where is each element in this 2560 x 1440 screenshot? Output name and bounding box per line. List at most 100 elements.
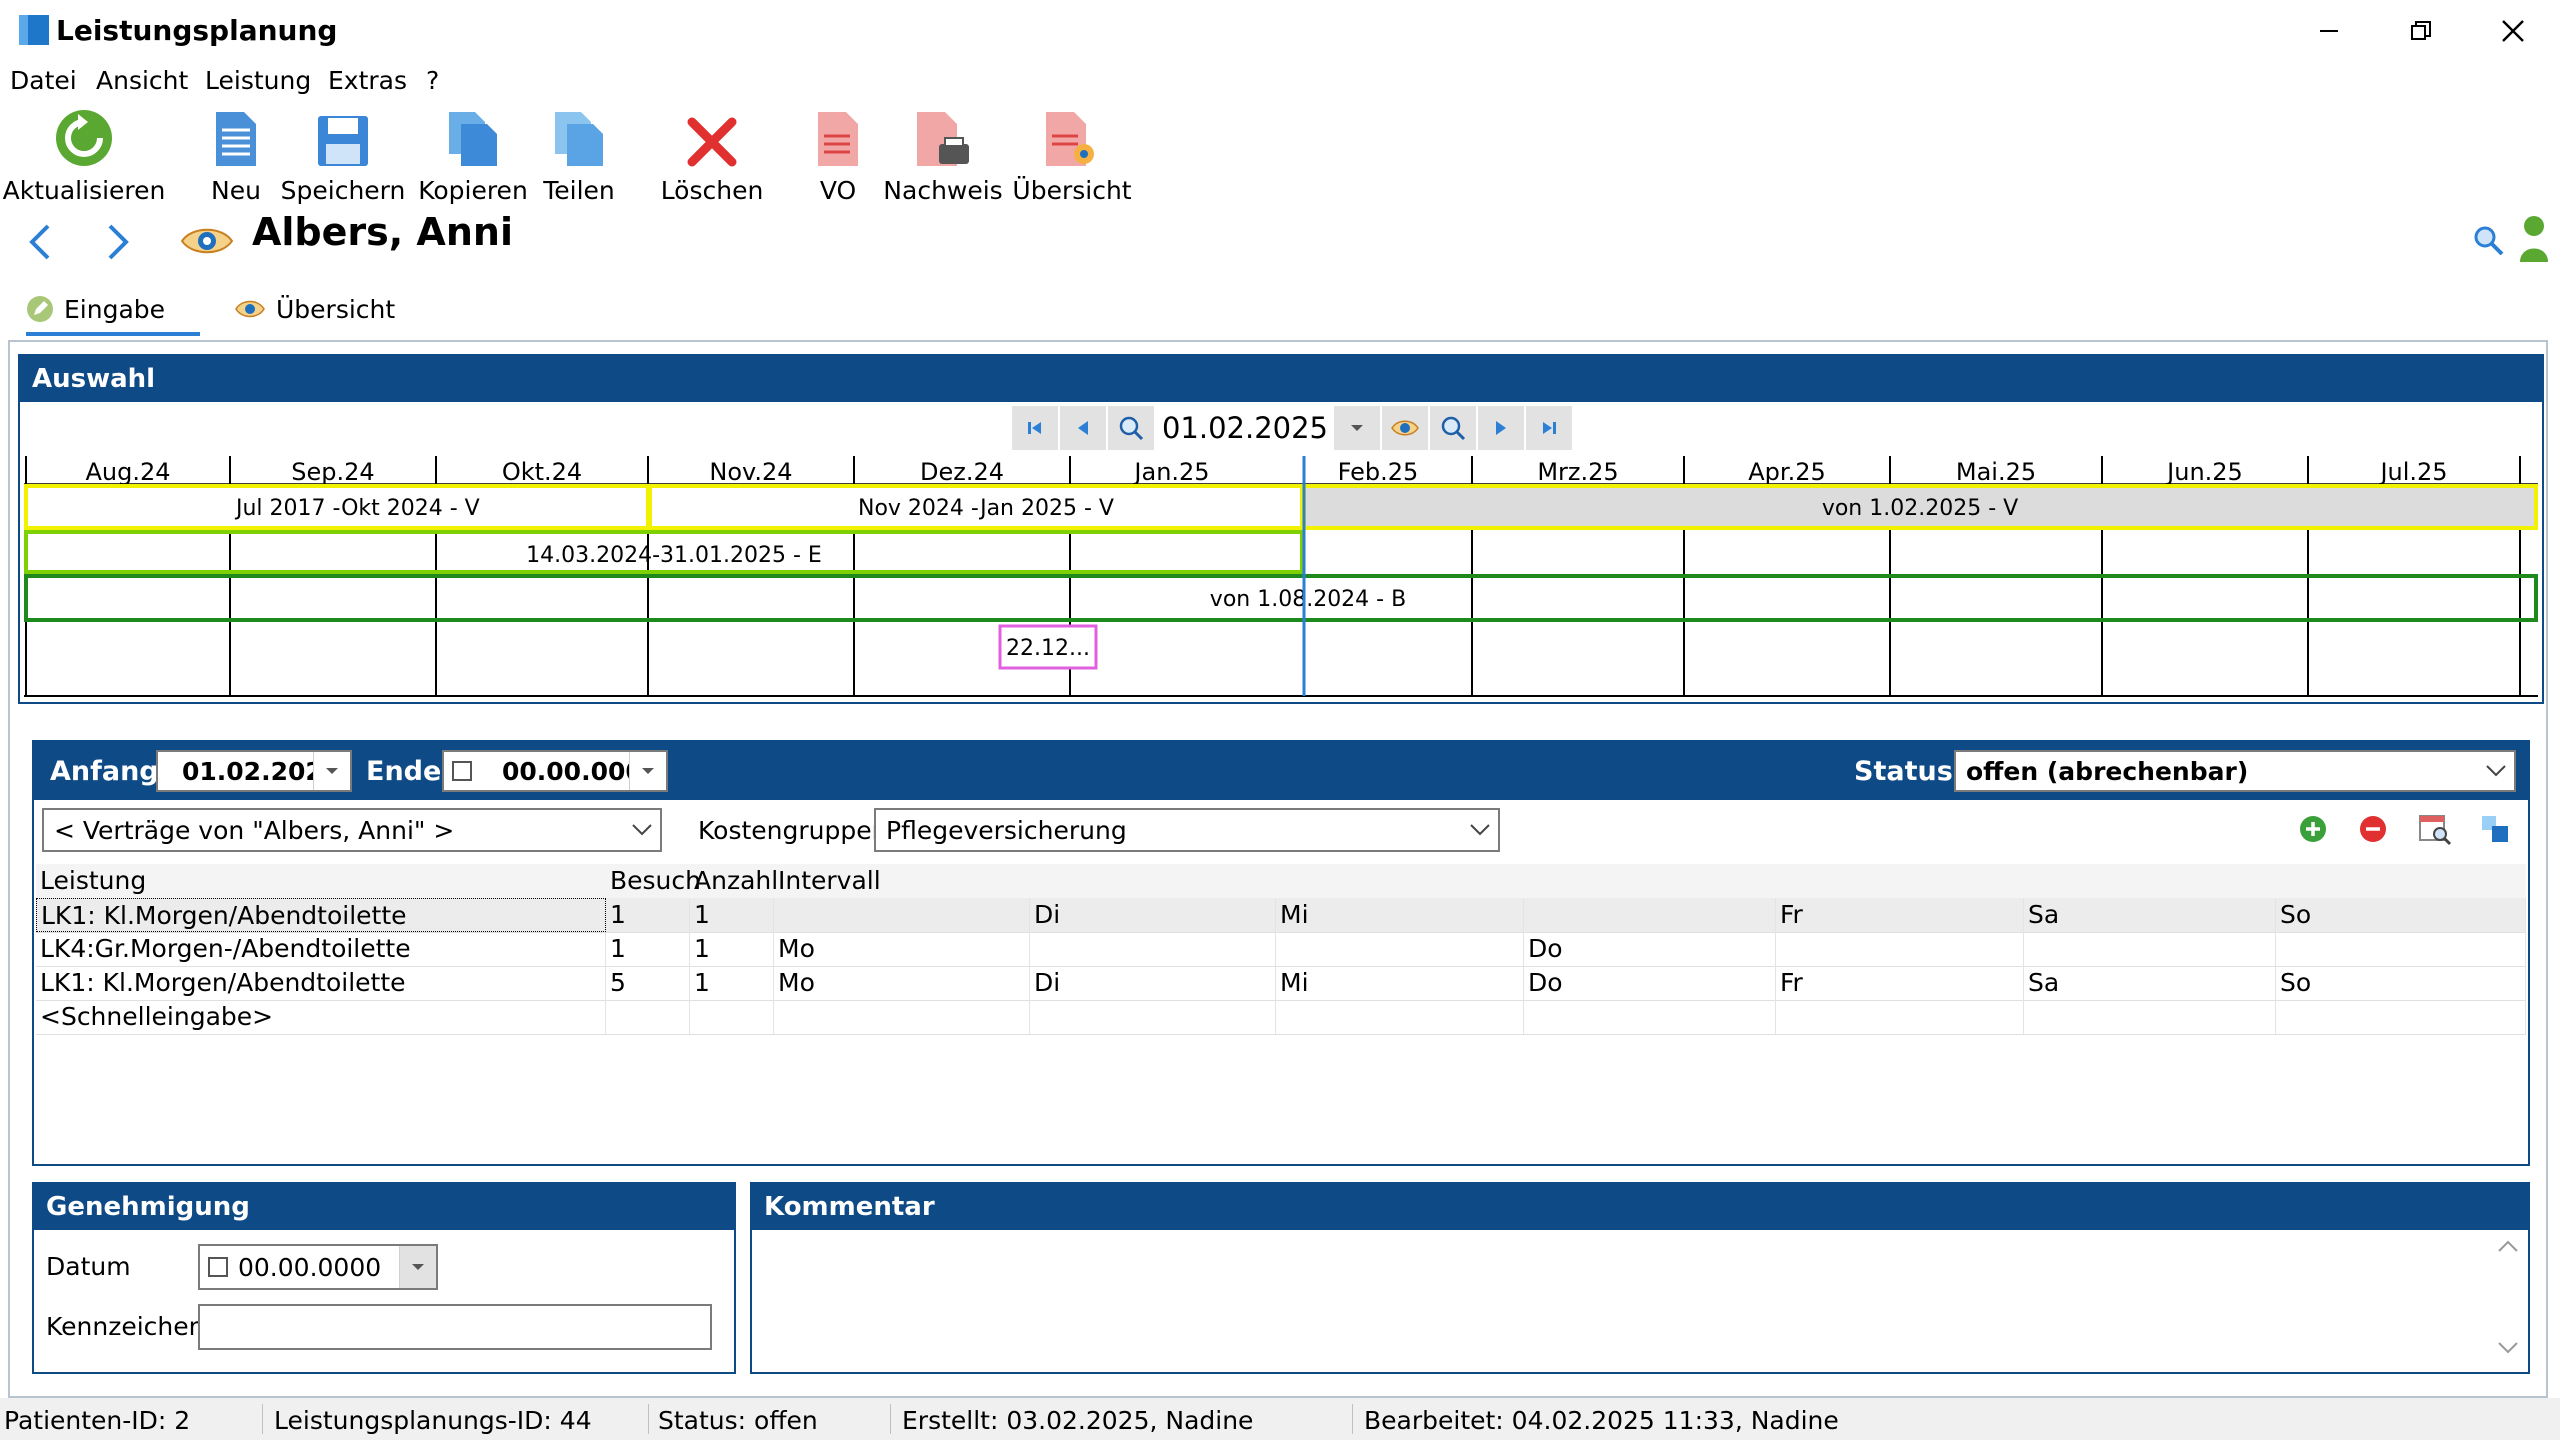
remove-icon[interactable] (2358, 814, 2388, 844)
move-icon[interactable] (2480, 814, 2510, 844)
end-date-checkbox[interactable] (452, 761, 472, 781)
last-button[interactable] (1526, 406, 1574, 450)
date-dropdown-button[interactable] (1334, 406, 1382, 450)
calendar-search-icon[interactable] (2418, 812, 2452, 846)
cost-groups-label: Kostengruppen (698, 816, 888, 845)
status-plan-id: Leistungsplanungs-ID: 44 (274, 1406, 592, 1435)
tab-eingabe[interactable]: Eingabe (26, 286, 200, 336)
menu-datei[interactable]: Datei (10, 66, 77, 95)
forward-arrow-icon[interactable] (104, 222, 134, 262)
status-patient-id: Patienten-ID: 2 (4, 1406, 191, 1435)
cost-groups-select[interactable]: Pflegeversicherung (874, 808, 1500, 852)
status-label: Status (1854, 756, 1953, 787)
delete-button[interactable]: Löschen (660, 102, 764, 210)
back-arrow-icon[interactable] (24, 222, 54, 262)
comment-textarea[interactable] (752, 1230, 2492, 1370)
approval-date-checkbox[interactable] (208, 1257, 228, 1277)
entry-panel: Anfang 01.02.2025 Ende 00.00.0000 Status… (32, 740, 2530, 1166)
contract-bar-2-label: Nov 2024 -Jan 2025 - V (858, 496, 1114, 521)
month-apr-25: Apr.25 (1748, 458, 1825, 486)
delete-icon (687, 117, 737, 167)
table-row[interactable]: <Schnelleingabe> (36, 1000, 2526, 1035)
date-display[interactable]: 01.02.2025 (1156, 406, 1334, 450)
window-title: Leistungsplanung (56, 14, 338, 47)
chevron-down-icon[interactable] (624, 810, 660, 850)
contract-bar-1-label: Jul 2017 -Okt 2024 - V (234, 496, 480, 521)
approval-date-field[interactable]: 00.00.0000 (198, 1244, 438, 1290)
chevron-down-icon[interactable] (1462, 810, 1498, 850)
pencil-icon (27, 296, 53, 322)
table-row[interactable]: LK1: Kl.Morgen/Abendtoilette 1 1 Di Mi F… (36, 898, 2526, 933)
zoom-in-button[interactable] (1108, 406, 1156, 450)
scroll-down-icon[interactable] (2496, 1340, 2520, 1356)
new-button[interactable]: Neu (196, 102, 276, 210)
close-button[interactable] (2468, 0, 2558, 62)
split-button[interactable]: Teilen (536, 102, 622, 210)
save-button[interactable]: Speichern (281, 102, 405, 210)
zoom-out-button[interactable] (1430, 406, 1478, 450)
chevron-down-icon[interactable] (313, 752, 350, 790)
tab-uebersicht[interactable]: Übersicht (234, 286, 395, 332)
month-feb-25: Feb.25 (1338, 458, 1419, 486)
timeline-header (24, 456, 2538, 484)
save-icon (318, 116, 368, 166)
start-date-field[interactable]: 01.02.2025 (156, 750, 352, 792)
header-intervall: Intervall (778, 866, 881, 895)
contract-bar-4-label: 14.03.2024-31.01.2025 - E (526, 543, 822, 568)
header-leistung: Leistung (40, 866, 147, 895)
next-button[interactable] (1478, 406, 1526, 450)
approval-date-label: Datum (46, 1252, 131, 1281)
eye-icon[interactable] (180, 222, 234, 260)
close-icon (2502, 20, 2524, 42)
patient-name: Albers, Anni (252, 210, 513, 254)
minimize-button[interactable] (2284, 0, 2374, 62)
restore-button[interactable] (2376, 0, 2466, 62)
end-label: Ende (366, 756, 442, 787)
view-button[interactable] (1382, 406, 1430, 450)
approval-title: Genehmigung (46, 1192, 250, 1222)
auswahl-panel: Auswahl 01.02.2025 Aug.24 Sep.24 Okt.24 … (18, 354, 2544, 704)
approval-code-input[interactable] (198, 1304, 712, 1350)
timeline[interactable]: Aug.24 Sep.24 Okt.24 Nov.24 Dez.24 Jan.2… (24, 456, 2538, 698)
month-nov-24: Nov.24 (709, 458, 792, 486)
scroll-up-icon[interactable] (2496, 1238, 2520, 1254)
split-icon (555, 112, 603, 166)
restore-icon (2411, 21, 2431, 40)
contracts-select[interactable]: < Verträge von "Albers, Anni" > (42, 808, 662, 852)
menu-help[interactable]: ? (426, 66, 439, 95)
menu-ansicht[interactable]: Ansicht (96, 66, 188, 95)
end-date-field[interactable]: 00.00.0000 (442, 750, 668, 792)
chevron-down-icon (1351, 425, 1363, 431)
vo-button[interactable]: VO (800, 102, 876, 210)
month-sep-24: Sep.24 (291, 458, 374, 486)
overview-document-icon (1046, 112, 1094, 166)
month-aug-24: Aug.24 (85, 458, 170, 486)
chevron-down-icon[interactable] (629, 752, 666, 790)
contract-bar-5-label: von 1.08.2024 - B (1210, 587, 1406, 612)
menu-extras[interactable]: Extras (328, 66, 407, 95)
previous-icon (1078, 421, 1088, 435)
auswahl-title: Auswahl (32, 364, 156, 394)
previous-button[interactable] (1060, 406, 1108, 450)
status-select[interactable]: offen (abrechenbar) (1954, 750, 2516, 792)
month-jun-25: Jun.25 (2165, 458, 2243, 486)
user-icon[interactable] (2518, 214, 2550, 264)
search-icon[interactable] (2472, 224, 2504, 256)
refresh-button[interactable]: Aktualisieren (3, 102, 165, 210)
date-navigator: 01.02.2025 (1012, 406, 1574, 450)
copy-button[interactable]: Kopieren (418, 102, 528, 210)
add-icon[interactable] (2298, 814, 2328, 844)
proof-button[interactable]: Nachweis (883, 102, 1003, 210)
vo-document-icon (818, 112, 858, 166)
menu-leistung[interactable]: Leistung (205, 66, 311, 95)
chevron-down-icon[interactable] (399, 1246, 436, 1288)
first-button[interactable] (1012, 406, 1060, 450)
table-row[interactable]: LK1: Kl.Morgen/Abendtoilette 5 1 Mo Di M… (36, 966, 2526, 1001)
status-bar: Patienten-ID: 2 Leistungsplanungs-ID: 44… (0, 1398, 2560, 1440)
table-row[interactable]: LK4:Gr.Morgen-/Abendtoilette 1 1 Mo Do (36, 932, 2526, 967)
overview-button[interactable]: Übersicht (1012, 102, 1132, 210)
chevron-down-icon[interactable] (2478, 752, 2514, 790)
eye-icon (1391, 420, 1419, 436)
month-mrz-25: Mrz.25 (1537, 458, 1618, 486)
quick-entry-cell[interactable]: <Schnelleingabe> (36, 1000, 606, 1034)
